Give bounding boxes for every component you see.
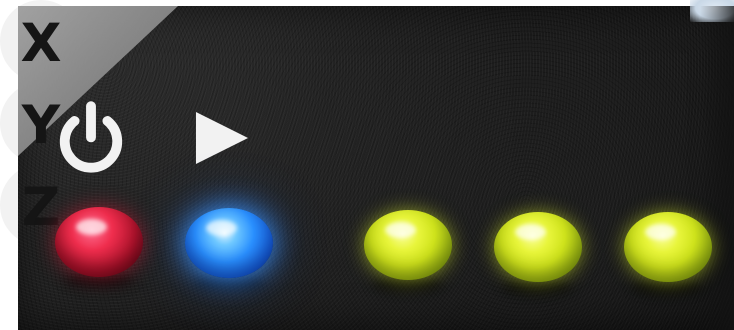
- status-panel-photo: X Y Z: [0, 0, 734, 330]
- power-icon: [50, 98, 132, 180]
- play-icon: [190, 107, 254, 169]
- yellow-led-y: [494, 212, 582, 282]
- blue-led: [185, 208, 273, 278]
- yellow-led-z: [624, 212, 712, 282]
- yellow-led-x: [364, 210, 452, 280]
- x-label-text: X: [20, 12, 62, 74]
- panel-edge-shadow: [700, 6, 734, 330]
- y-label-text: Y: [21, 94, 61, 156]
- red-led: [55, 207, 143, 277]
- z-label-text: Z: [21, 176, 61, 238]
